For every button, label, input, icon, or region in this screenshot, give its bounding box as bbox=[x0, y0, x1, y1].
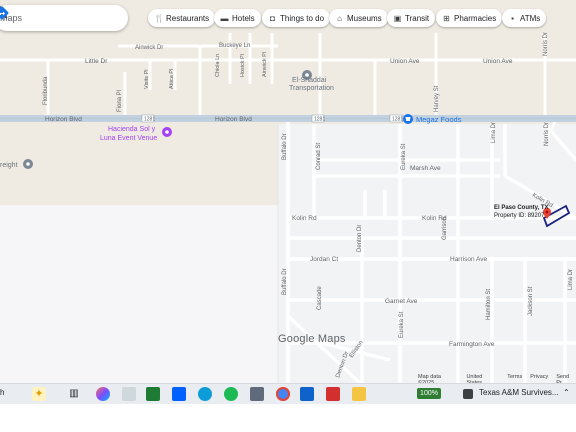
street-label: Ainwick Pl bbox=[262, 52, 268, 77]
street-label: Eureka St bbox=[399, 311, 405, 338]
street-label: Fiona Pl bbox=[117, 90, 123, 112]
street-label: Garrison bbox=[442, 217, 448, 240]
route-shield: 1281 bbox=[144, 117, 155, 123]
directions-icon[interactable] bbox=[0, 5, 10, 21]
poi-label: Hacienda Sol y bbox=[108, 126, 156, 133]
street-label: Floribunda bbox=[43, 76, 49, 105]
search-input[interactable] bbox=[0, 9, 72, 27]
camera-icon: ◘ bbox=[270, 13, 275, 23]
fork-knife-icon: 🍴 bbox=[154, 13, 164, 23]
street-label: Farmington Ave bbox=[449, 341, 495, 348]
calculator-icon[interactable] bbox=[250, 387, 264, 401]
chip-label: Things to do bbox=[280, 13, 325, 23]
edge-icon[interactable] bbox=[198, 387, 212, 401]
task-view-icon[interactable]: ▥ bbox=[67, 387, 81, 401]
chip-label: Hotels bbox=[232, 13, 255, 23]
street-label: Denton Dr bbox=[357, 225, 363, 252]
atm-icon: ▪ bbox=[511, 13, 514, 23]
attribution-text: Map data ©2025 bbox=[418, 374, 441, 383]
pharmacy-icon: ⊞ bbox=[443, 13, 450, 23]
street-label: Cascade bbox=[317, 286, 323, 310]
street-label: Horizon Blvd bbox=[45, 116, 82, 123]
chip-label: Museums bbox=[347, 13, 382, 23]
search-box[interactable] bbox=[0, 5, 128, 31]
chip-label: Transit bbox=[405, 13, 430, 23]
street-label: Hamilton St bbox=[486, 289, 492, 320]
street-label: Garnet Ave bbox=[385, 298, 418, 305]
street-label: Kolin Rd bbox=[292, 215, 317, 222]
chip-atms[interactable]: ▪ ATMs bbox=[502, 9, 547, 27]
street-label: Attica Pl bbox=[169, 69, 175, 89]
street-label: Chiola Ln bbox=[215, 54, 221, 77]
bed-icon: ▬ bbox=[220, 13, 229, 23]
train-icon: ▣ bbox=[393, 13, 402, 23]
poi-label: Megaz Foods bbox=[416, 115, 462, 124]
chip-label: ATMs bbox=[520, 13, 541, 23]
street-label: Jordan Ct bbox=[310, 256, 338, 263]
paint-icon[interactable] bbox=[122, 387, 136, 401]
museum-icon: ⌂ bbox=[337, 13, 342, 23]
street-label: Buffalo Dr bbox=[282, 133, 288, 160]
battery-indicator[interactable]: 100% bbox=[417, 388, 441, 399]
chip-label: Pharmacies bbox=[454, 13, 497, 23]
outlook-icon[interactable] bbox=[300, 387, 314, 401]
poi-label: Transportation bbox=[289, 85, 334, 92]
street-label: Hosick Pl bbox=[240, 54, 246, 77]
chip-transit[interactable]: ▣ Transit bbox=[387, 9, 436, 27]
chip-museums[interactable]: ⌂ Museums bbox=[329, 9, 388, 27]
acrobat-icon[interactable] bbox=[326, 387, 340, 401]
chip-label: Restaurants bbox=[166, 13, 210, 23]
copilot-icon[interactable] bbox=[96, 387, 110, 401]
poi-label: Luna Event Venue bbox=[100, 135, 157, 142]
street-label: Little Dr bbox=[85, 58, 108, 65]
poi-label: reight bbox=[0, 162, 18, 169]
property-label: El Paso County, TX Property ID: 89207 bbox=[494, 204, 549, 220]
street-label: Norris Dr bbox=[544, 122, 550, 146]
street-label: Lima Dr bbox=[568, 269, 574, 290]
dropbox-icon[interactable] bbox=[172, 387, 186, 401]
street-label: Union Ave bbox=[390, 58, 420, 65]
map-attribution: Map data ©2025 United States Terms Priva… bbox=[418, 374, 576, 383]
taskbar-window-title[interactable]: Texas A&M Survives... bbox=[479, 388, 559, 397]
street-label: Marsh Ave bbox=[410, 165, 441, 172]
property-id: Property ID: 89207 bbox=[494, 213, 545, 219]
street-label: Horizon Blvd bbox=[215, 116, 252, 123]
street-label: Jackson St bbox=[528, 286, 534, 316]
spotify-icon[interactable] bbox=[224, 387, 238, 401]
google-maps-logo: Google Maps bbox=[278, 333, 346, 345]
chrome-icon[interactable] bbox=[276, 387, 290, 401]
route-shield: 1281 bbox=[314, 117, 325, 123]
taskbar-search-text[interactable]: h bbox=[0, 388, 4, 397]
property-title: El Paso County, TX bbox=[494, 205, 549, 211]
map-canvas[interactable]: 1281 1281 1281 Little Dr Ainwick Dr Buck… bbox=[0, 0, 576, 383]
excel-icon[interactable] bbox=[146, 387, 160, 401]
copilot-sparkle-icon[interactable]: ✦ bbox=[32, 387, 46, 401]
street-label: Harvey St bbox=[434, 85, 440, 112]
attribution-link[interactable]: Privacy bbox=[530, 374, 548, 383]
route-shield: 1281 bbox=[392, 117, 403, 123]
street-label: Union Ave bbox=[483, 58, 513, 65]
street-label: Visits Pl bbox=[144, 70, 150, 89]
poi-label: El-Shaddai bbox=[292, 77, 327, 84]
taskbar: h ✦ ▥ 100% Texas A&M Survives... ⌃ bbox=[0, 383, 576, 404]
chip-restaurants[interactable]: 🍴 Restaurants bbox=[148, 9, 216, 27]
street-label: Ainwick Dr bbox=[135, 45, 163, 51]
chip-pharmacies[interactable]: ⊞ Pharmacies bbox=[436, 9, 503, 27]
street-label: Eureka St bbox=[401, 143, 407, 170]
file-explorer-icon[interactable] bbox=[352, 387, 366, 401]
chip-things-to-do[interactable]: ◘ Things to do bbox=[262, 9, 331, 27]
chevron-up-icon[interactable]: ⌃ bbox=[563, 388, 570, 397]
attribution-link[interactable]: United States bbox=[466, 374, 499, 383]
street-label: Harrison Ave bbox=[450, 256, 487, 263]
street-label: Lima Dr bbox=[491, 122, 497, 143]
attribution-link[interactable]: Send Pr bbox=[556, 374, 576, 383]
news-icon[interactable] bbox=[463, 389, 473, 399]
street-label: Conrad St bbox=[316, 143, 322, 170]
attribution-link[interactable]: Terms bbox=[507, 374, 522, 383]
street-label: Norris Dr bbox=[543, 32, 549, 56]
street-label: Buckeye Ln bbox=[219, 43, 250, 49]
chip-hotels[interactable]: ▬ Hotels bbox=[214, 9, 261, 27]
street-label: Buffalo Dr bbox=[282, 268, 288, 295]
